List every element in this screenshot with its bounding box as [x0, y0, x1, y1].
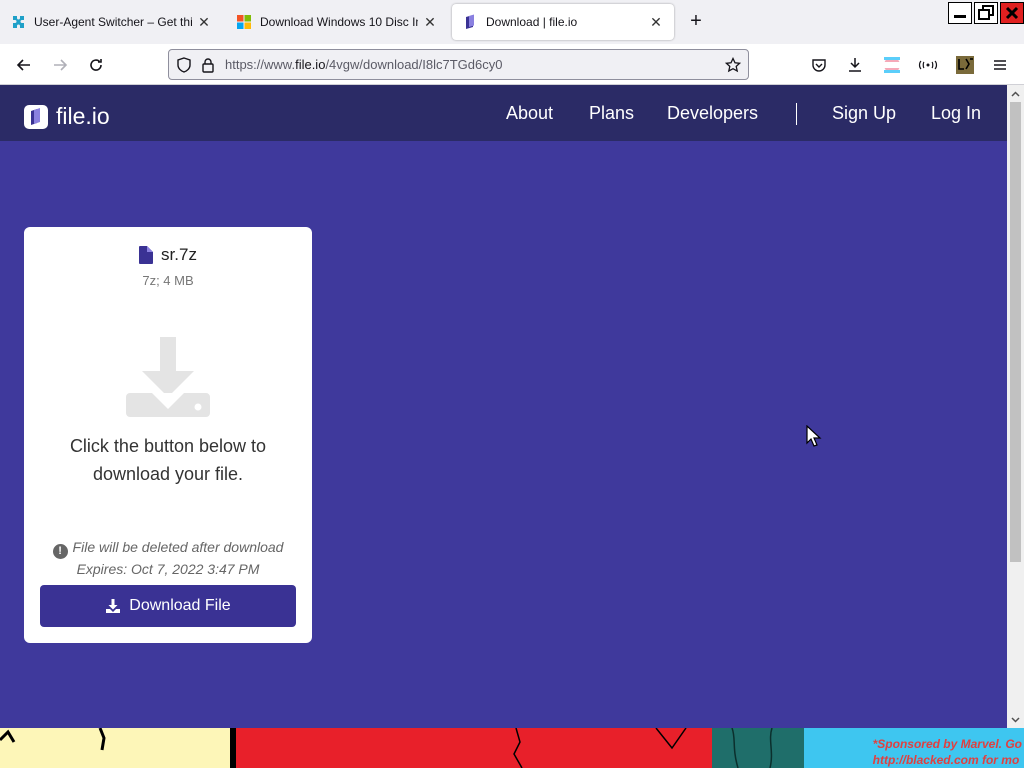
instructions-text: Click the button below to download your … — [69, 436, 267, 484]
site-header: file.io About Plans Developers Sign Up L… — [0, 85, 1007, 141]
notice-line-1: File will be deleted after download — [72, 539, 284, 555]
nav-developers[interactable]: Developers — [667, 103, 758, 124]
close-window-button[interactable] — [1000, 2, 1024, 24]
ua-extension-icon — [956, 56, 974, 74]
close-tab-icon[interactable]: ✕ — [196, 14, 212, 31]
pocket-icon — [812, 59, 826, 72]
download-card: sr.7z 7z; 4 MB Click the button below to… — [24, 227, 312, 643]
back-arrow-icon — [16, 59, 30, 71]
page-scrollbar[interactable] — [1007, 85, 1024, 728]
maximize-button[interactable] — [974, 2, 998, 24]
scrollbar-thumb[interactable] — [1010, 102, 1021, 562]
extension-button[interactable] — [915, 52, 941, 78]
ad-text-line-2: http://blacked.com for mo — [872, 753, 1020, 767]
info-icon: ! — [52, 544, 68, 559]
menu-button[interactable] — [987, 52, 1013, 78]
close-tab-icon[interactable]: ✕ — [648, 14, 664, 31]
signal-icon — [918, 60, 938, 70]
nav-plans[interactable]: Plans — [589, 103, 634, 124]
tab-title: User-Agent Switcher – Get this E — [34, 15, 192, 29]
restore-icon — [978, 5, 994, 20]
address-bar[interactable]: https://www.file.io/4vgw/download/I8lc7T… — [168, 49, 749, 80]
tab-user-agent-switcher[interactable]: User-Agent Switcher – Get this E ✕ — [0, 4, 222, 40]
scroll-down-arrow-icon[interactable] — [1007, 711, 1024, 728]
tab-download-windows[interactable]: Download Windows 10 Disc Ima ✕ — [226, 4, 448, 40]
reload-icon — [90, 59, 102, 71]
download-button-label: Download File — [129, 597, 231, 614]
minimize-button[interactable] — [948, 2, 972, 24]
puzzle-icon — [13, 16, 24, 28]
mouse-cursor-icon — [806, 425, 822, 447]
url-prefix: https://www. — [225, 57, 296, 72]
navigation-bar: https://www.file.io/4vgw/download/I8lc7T… — [0, 44, 1024, 85]
minimize-icon — [954, 15, 966, 18]
ad-panel-yellow — [0, 728, 232, 768]
lock-icon[interactable] — [199, 56, 217, 74]
ad-panel-blue: *Sponsored by Marvel. Go http://blacked.… — [804, 728, 1024, 768]
user-agent-extension-button[interactable] — [952, 52, 978, 78]
tab-strip: User-Agent Switcher – Get this E ✕ Downl… — [0, 0, 1024, 44]
file-io-logo-icon — [24, 104, 48, 129]
download-file-button[interactable]: Download File — [40, 585, 296, 627]
nav-sign-up[interactable]: Sign Up — [832, 103, 896, 124]
back-button[interactable] — [11, 52, 37, 78]
nav-about[interactable]: About — [506, 103, 553, 124]
large-download-icon — [126, 337, 210, 417]
shield-icon[interactable] — [175, 56, 193, 74]
deletion-notice: ! File will be deleted after download Exp… — [24, 537, 312, 579]
expiry-text: Expires: Oct 7, 2022 3:47 PM — [76, 561, 260, 577]
file-meta: 7z; 4 MB — [142, 273, 194, 288]
close-icon — [1005, 6, 1019, 20]
download-icon — [106, 599, 121, 613]
hamburger-menu-icon — [994, 60, 1006, 70]
file-name: sr.7z — [161, 245, 197, 264]
scroll-up-arrow-icon[interactable] — [1007, 85, 1024, 102]
nav-divider — [796, 103, 797, 125]
url-text: https://www.file.io/4vgw/download/I8lc7T… — [225, 57, 502, 72]
window-controls — [948, 2, 1024, 24]
tab-title: Download Windows 10 Disc Ima — [260, 15, 418, 29]
ad-panel-teal — [712, 728, 804, 768]
download-icon — [849, 58, 861, 72]
pocket-button[interactable] — [806, 52, 832, 78]
file-row: sr.7z — [24, 245, 312, 265]
windows-logo-icon — [237, 15, 251, 29]
file-icon — [139, 246, 154, 264]
tab-file-io[interactable]: Download | file.io ✕ — [452, 4, 674, 40]
ad-text: *Sponsored by Marvel. Go http://blacked.… — [873, 736, 1022, 768]
downloads-button[interactable] — [842, 52, 868, 78]
reload-button[interactable] — [83, 52, 109, 78]
site-logo[interactable]: file.io — [24, 103, 110, 130]
flag-icon — [884, 57, 900, 73]
tab-title: Download | file.io — [486, 15, 578, 29]
url-host: file.io — [295, 57, 326, 72]
file-io-logo-icon — [466, 14, 474, 29]
close-tab-icon[interactable]: ✕ — [422, 14, 438, 31]
ad-text-line-1: *Sponsored by Marvel. Go — [872, 737, 1022, 751]
url-path: /4vgw/download/I8lc7TGd6cy0 — [325, 57, 503, 72]
bookmark-star-icon[interactable] — [724, 56, 742, 74]
page-viewport: file.io About Plans Developers Sign Up L… — [0, 85, 1007, 728]
ad-panel-red — [236, 728, 712, 768]
forward-arrow-icon — [54, 59, 68, 71]
nav-log-in[interactable]: Log In — [931, 103, 981, 124]
new-tab-button[interactable]: + — [684, 10, 708, 34]
extension-flag-button[interactable] — [879, 52, 905, 78]
ad-banner[interactable]: *Sponsored by Marvel. Go http://blacked.… — [0, 728, 1024, 768]
forward-button[interactable] — [47, 52, 73, 78]
logo-text: file.io — [56, 103, 110, 129]
